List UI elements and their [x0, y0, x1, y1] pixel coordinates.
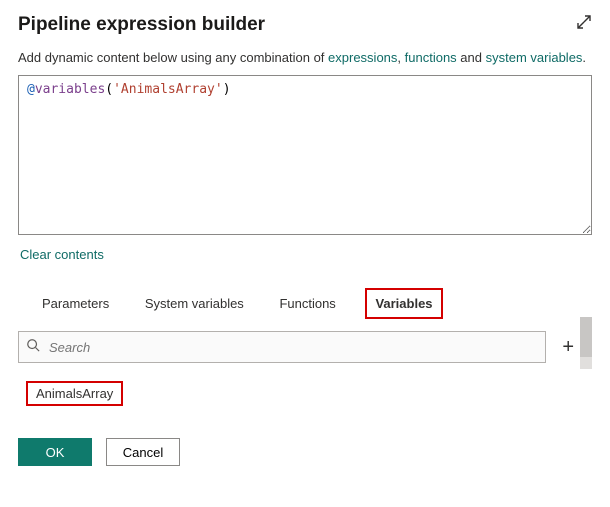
intro-prefix: Add dynamic content below using any comb…: [18, 50, 328, 65]
token-close-paren: ): [223, 82, 231, 97]
scrollbar[interactable]: [580, 317, 592, 369]
cancel-button[interactable]: Cancel: [106, 438, 180, 466]
link-expressions[interactable]: expressions: [328, 50, 397, 65]
page-title: Pipeline expression builder: [18, 14, 265, 36]
expand-icon[interactable]: [576, 14, 592, 33]
link-functions[interactable]: functions: [405, 50, 457, 65]
tabs-row: Parameters System variables Functions Va…: [18, 290, 592, 317]
tab-system-variables[interactable]: System variables: [141, 290, 248, 317]
token-string: 'AnimalsArray': [113, 82, 223, 97]
variable-item-animalsarray[interactable]: AnimalsArray: [26, 381, 123, 406]
search-icon: [26, 338, 40, 355]
ok-button[interactable]: OK: [18, 438, 92, 466]
scrollbar-thumb[interactable]: [580, 317, 592, 357]
token-function: variables: [35, 82, 105, 97]
add-button[interactable]: +: [556, 337, 580, 357]
expression-editor[interactable]: @variables('AnimalsArray'): [18, 75, 592, 235]
token-at: @: [27, 82, 35, 97]
token-open-paren: (: [105, 82, 113, 97]
intro-text: Add dynamic content below using any comb…: [18, 50, 592, 65]
tab-variables[interactable]: Variables: [367, 290, 440, 317]
search-input[interactable]: [18, 331, 546, 363]
tab-parameters[interactable]: Parameters: [38, 290, 113, 317]
clear-contents-link[interactable]: Clear contents: [20, 247, 104, 262]
link-system-variables[interactable]: system variables: [486, 50, 583, 65]
tab-functions[interactable]: Functions: [275, 290, 339, 317]
